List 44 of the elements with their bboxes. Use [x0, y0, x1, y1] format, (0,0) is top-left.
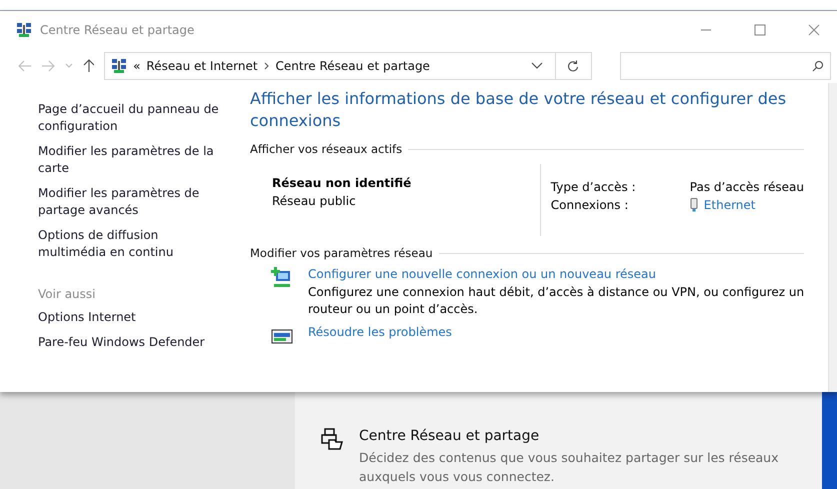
- network-category: Réseau public: [272, 194, 357, 208]
- network-name: Réseau non identifié: [272, 176, 412, 190]
- task-description: Configurez une connexion haut débit, d’accès à distance ou VPN, ou configurez un routeur ou un point d’accès.: [308, 284, 806, 318]
- maximize-icon: [754, 24, 766, 36]
- sidebar-link[interactable]: Options Internet: [38, 309, 223, 326]
- sidebar-link[interactable]: Page d’accueil du panneau de configuration: [38, 101, 223, 135]
- overflow-chevron[interactable]: «: [133, 59, 140, 73]
- sidebar-link[interactable]: Modifier les paramètres de la carte: [38, 143, 223, 177]
- close-icon: [808, 24, 820, 36]
- section-heading: Modifier vos paramètres réseau: [250, 246, 433, 260]
- ethernet-icon: [690, 198, 698, 212]
- refresh-button[interactable]: [555, 52, 592, 80]
- section-heading: Afficher vos réseaux actifs: [250, 142, 402, 156]
- search-field[interactable]: [620, 52, 832, 80]
- address-bar[interactable]: « Réseau et Internet Centre Réseau et partage: [104, 52, 556, 80]
- refresh-icon: [567, 60, 580, 72]
- see-also-heading: Voir aussi: [38, 287, 96, 301]
- detail-label: Connexions :: [550, 198, 630, 212]
- back-arrow-icon[interactable]: [18, 60, 32, 72]
- task-link[interactable]: Résoudre les problèmes: [308, 325, 452, 339]
- network-icon: [111, 58, 128, 74]
- troubleshoot-icon: [270, 329, 294, 345]
- sidebar-link[interactable]: Options de diffusion multimédia en continu: [38, 227, 223, 261]
- detail-label: Type d’accès :: [550, 180, 637, 194]
- printer-folder-icon: [321, 428, 343, 450]
- ethernet-link[interactable]: Ethernet: [704, 198, 756, 212]
- scrollbar[interactable]: [828, 83, 837, 392]
- search-icon: [812, 60, 824, 72]
- breadcrumb[interactable]: Réseau et Internet: [146, 59, 258, 73]
- dropdown-chevron-icon[interactable]: [531, 62, 544, 70]
- detail-value: Pas d’accès réseau: [690, 180, 804, 194]
- sidebar-link[interactable]: Modifier les paramètres de partage avancés: [38, 185, 223, 219]
- sidebar-link[interactable]: Pare-feu Windows Defender: [38, 334, 223, 351]
- network-icon: [16, 22, 32, 38]
- page-heading: Afficher les informations de base de votre réseau et configurer des connexions: [250, 88, 788, 132]
- breadcrumb[interactable]: Centre Réseau et partage: [276, 59, 430, 73]
- breadcrumb-chevron-icon: [264, 62, 270, 70]
- up-arrow-icon[interactable]: [82, 59, 94, 73]
- chevron-down-icon[interactable]: [64, 63, 73, 69]
- window-title: Centre Réseau et partage: [40, 23, 196, 37]
- forward-arrow-icon[interactable]: [41, 60, 55, 72]
- settings-title[interactable]: Centre Réseau et partage: [359, 428, 779, 444]
- task-link[interactable]: Configurer une nouvelle connexion ou un nouveau réseau: [308, 267, 818, 281]
- settings-description: Décidez des contenus que vous souhaitez partager sur les réseaux auxquels vous vous connectez.: [359, 449, 779, 486]
